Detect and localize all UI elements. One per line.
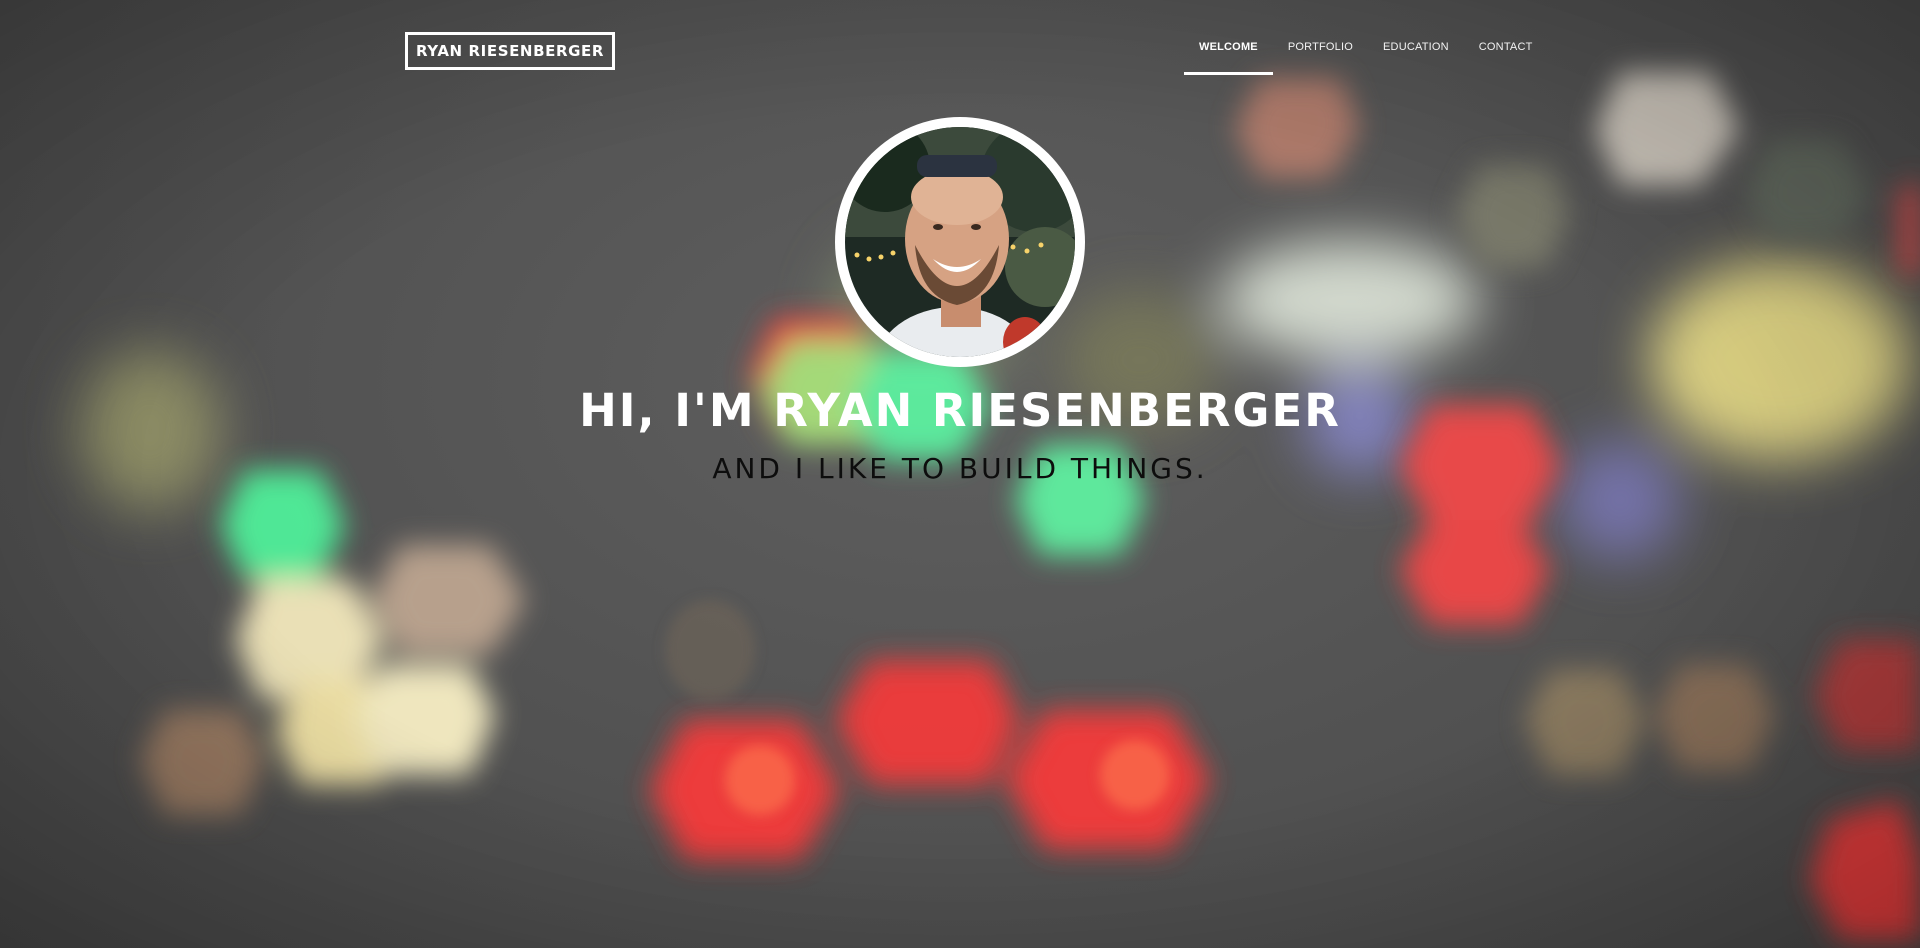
site-logo[interactable]: RYAN RIESENBERGER	[405, 32, 615, 70]
nav-item-contact[interactable]: CONTACT	[1464, 0, 1548, 75]
nav-item-welcome[interactable]: WELCOME	[1184, 0, 1273, 75]
profile-photo-icon	[845, 127, 1075, 357]
hero-subtitle: AND I LIKE TO BUILD THINGS.	[712, 452, 1208, 485]
nav-item-label: WELCOME	[1199, 41, 1258, 53]
avatar	[835, 117, 1085, 367]
nav-item-label: CONTACT	[1478, 41, 1533, 53]
nav-item-label: PORTFOLIO	[1287, 41, 1354, 53]
page: RYAN RIESENBERGER WELCOME PORTFOLIO EDUC…	[0, 0, 1920, 948]
nav-item-portfolio[interactable]: PORTFOLIO	[1273, 0, 1368, 75]
nav-item-label: EDUCATION	[1383, 41, 1449, 53]
active-nav-indicator	[1184, 72, 1273, 75]
hero-title: HI, I'M RYAN RIESENBERGER	[579, 384, 1341, 437]
nav-item-education[interactable]: EDUCATION	[1368, 0, 1464, 75]
main-nav: WELCOME PORTFOLIO EDUCATION CONTACT	[1184, 0, 1548, 75]
